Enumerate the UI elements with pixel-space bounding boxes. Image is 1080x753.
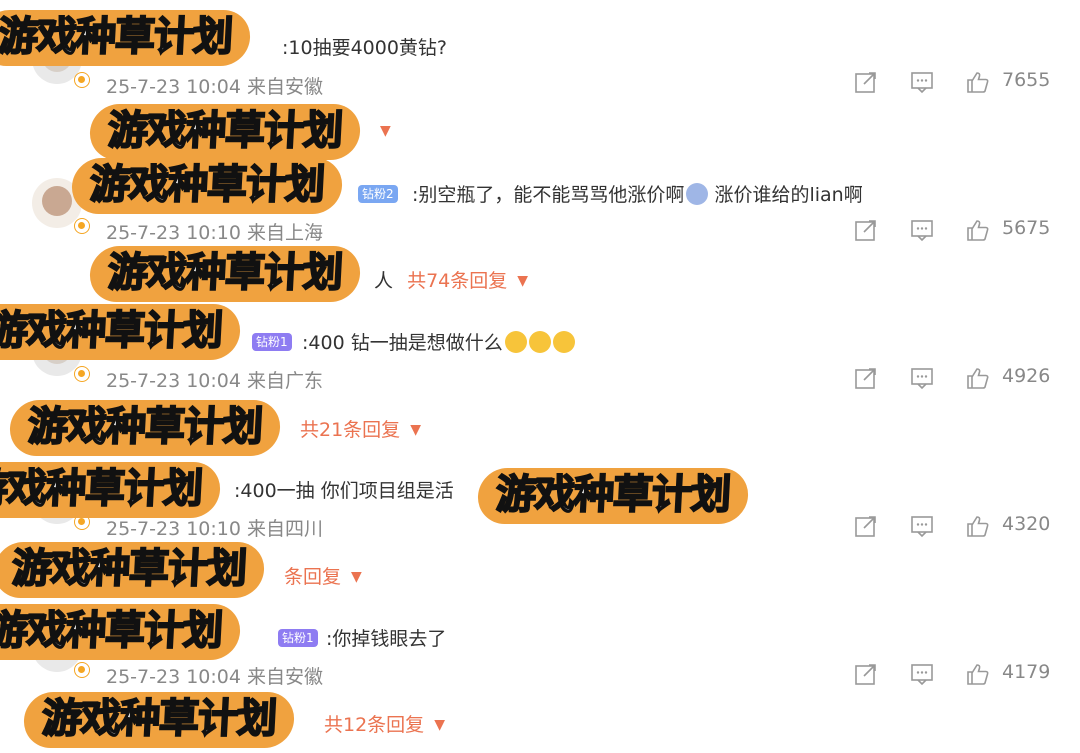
replies-count: 共12条回复: [324, 714, 425, 736]
comment-actions: 4926: [854, 365, 1054, 392]
fan-badge: 钻粉1: [278, 629, 318, 647]
verified-badge-icon: [74, 218, 90, 234]
replies-suffix: 人: [374, 270, 394, 292]
emoji-icon: [686, 183, 709, 205]
thumbs-up-icon[interactable]: [966, 366, 990, 390]
watermark-banner: 游戏种草计划: [0, 604, 242, 660]
comment-actions: 4179: [854, 661, 1054, 688]
share-icon[interactable]: [854, 218, 878, 242]
comment-text: :别空瓶了，能不能骂骂他涨价啊 涨价谁给的lian啊: [412, 180, 863, 207]
fan-badge: 钻粉1: [252, 333, 292, 351]
comment-text: :400 钻一抽是想做什么: [302, 328, 575, 355]
verified-badge-icon: [74, 366, 90, 382]
comment-text: :你掉钱眼去了: [326, 628, 447, 650]
comment-meta: 25-7-23 10:04 来自安徽: [106, 666, 323, 688]
verified-badge-icon: [74, 662, 90, 678]
comment-meta: 25-7-23 10:10 来自四川: [106, 518, 323, 540]
replies-link[interactable]: 条回复 ▼: [284, 562, 362, 589]
share-icon[interactable]: [854, 514, 878, 538]
comment-text: :400一抽 你们项目组是活: [234, 480, 454, 502]
comment-actions: 5675: [854, 217, 1054, 244]
watermark-banner: 游戏种草计划: [0, 542, 266, 598]
comment-meta: 25-7-23 10:10 来自上海: [106, 222, 323, 244]
watermark-banner: 游戏种草计划: [476, 468, 750, 524]
watermark-banner: 游戏种草计划: [0, 10, 252, 66]
watermark-banner: 游戏种草计划: [70, 158, 344, 214]
caret-down-icon: ▼: [434, 717, 445, 733]
replies-link[interactable]: 共12条回复 ▼: [324, 710, 445, 737]
comment-text-tail: 涨价谁给的lian啊: [714, 184, 863, 206]
share-icon[interactable]: [854, 366, 878, 390]
watermark-banner: 游戏种草计划: [22, 692, 296, 748]
thumbs-up-icon[interactable]: [966, 514, 990, 538]
caret-down-icon: ▼: [517, 273, 529, 289]
comment-actions: 4320: [854, 513, 1054, 540]
comment-text-main: :别空瓶了，能不能骂骂他涨价啊: [412, 184, 685, 206]
comment-meta: 25-7-23 10:04 来自广东: [106, 370, 323, 392]
like-count: 4179: [1002, 661, 1051, 683]
fan-badge: 钻粉2: [358, 185, 398, 203]
comment-icon[interactable]: [910, 366, 934, 390]
emoji-icon: [552, 331, 575, 353]
replies-link[interactable]: 共21条回复 ▼: [300, 415, 421, 442]
comment-icon[interactable]: [910, 662, 934, 686]
replies-link[interactable]: 人 共74条回复 ▼: [374, 266, 528, 293]
like-count: 5675: [1002, 217, 1051, 239]
watermark-banner: 游戏种草计划: [88, 104, 362, 160]
watermark-banner: 游戏种草计划: [88, 246, 362, 302]
comment-text-main: :400 钻一抽是想做什么: [302, 332, 503, 354]
like-count: 4320: [1002, 513, 1051, 535]
caret-down-icon: ▼: [351, 569, 362, 585]
emoji-icon: [528, 331, 551, 353]
emoji-icon: [504, 331, 527, 353]
replies-count: 共21条回复: [300, 419, 401, 441]
caret-down-icon: ▼: [410, 422, 421, 438]
replies-count: 共74条回复: [407, 270, 508, 292]
watermark-banner: 游戏种草计划: [8, 400, 282, 456]
comment-icon[interactable]: [910, 218, 934, 242]
thumbs-up-icon[interactable]: [966, 218, 990, 242]
replies-count: 条回复: [284, 566, 342, 588]
like-count: 4926: [1002, 365, 1051, 387]
comment-icon[interactable]: [910, 514, 934, 538]
thumbs-up-icon[interactable]: [966, 662, 990, 686]
share-icon[interactable]: [854, 662, 878, 686]
watermark-banner: 游戏种草计划: [0, 462, 222, 518]
watermark-banner: 游戏种草计划: [0, 304, 242, 360]
